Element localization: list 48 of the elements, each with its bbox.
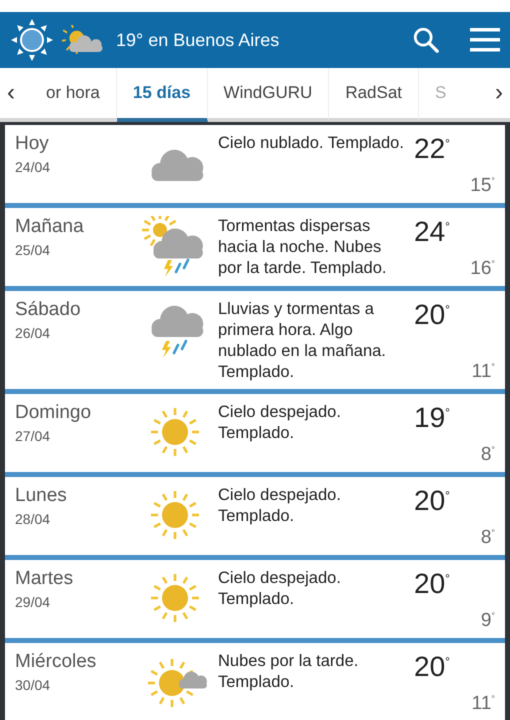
date-label: 29/04 [15, 594, 52, 610]
forecast-row[interactable]: Martes 29/04 Cielo despejado. Templado. 20$^{°}$ 9$^{°}$ [5, 560, 505, 638]
weather-description: Cielo nublado. Templado. [218, 133, 404, 154]
min-temperature: 15$^{°}$ [470, 175, 495, 197]
min-temperature: 9$^{°}$ [480, 610, 495, 632]
date-label: 26/04 [15, 325, 52, 341]
weather-description: Cielo despejado. Templado. [218, 568, 342, 610]
forecast-row[interactable]: Lunes 28/04 Cielo despejado. Templado. 20$^{°}$ 8$^{°}$ [5, 477, 505, 555]
date-label: 25/04 [15, 242, 52, 258]
weather-description: Lluvias y tormentas a primera hora. Algo nublado en la mañana. Templado. [218, 299, 387, 383]
max-temperature: 20$^{°}$ [414, 299, 450, 331]
weather-description: Nubes por la tarde. Templado. [218, 651, 360, 693]
forecast-row[interactable]: Miércoles 30/04 Nubes por la tarde. Templado. 20$^{°}$ 11$^{°}$ [5, 643, 505, 720]
location-title: 19° en Buenos Aires [116, 30, 280, 50]
max-temperature: 20$^{°}$ [414, 651, 450, 683]
max-temperature: 19$^{°}$ [414, 402, 450, 434]
min-temperature: 11$^{°}$ [472, 361, 495, 383]
date-label: 30/04 [15, 677, 52, 693]
min-temperature: 11$^{°}$ [472, 693, 495, 715]
forecast-row[interactable]: Sábado 26/04 Lluvias y tormentas a primera hora. Algo nublado en la mañana. Templado. 20$^{°}$ 11$^{°}$ [5, 291, 505, 389]
day-name: Domingo [15, 402, 92, 424]
min-temperature: 8$^{°}$ [480, 527, 495, 549]
day-name: Hoy [15, 133, 50, 155]
max-temperature: 20$^{°}$ [414, 568, 450, 600]
forecast-row[interactable]: Hoy 24/04 Cielo nublado. Templado. 22$^{°}$ 15$^{°}$ [5, 125, 505, 203]
day-name: Mañana [15, 216, 85, 238]
forecast-row[interactable]: Mañana 25/04 Tormentas dispersas hacia la noche. Nubes por la tarde. Templado. 24$^{°}$ 16$^{°}$ [5, 208, 505, 286]
weather-description: Tormentas dispersas hacia la noche. Nubes por la tarde. Templado. [218, 216, 388, 279]
date-label: 24/04 [15, 159, 52, 175]
day-name: Lunes [15, 485, 68, 507]
search-icon[interactable] [412, 26, 440, 54]
menu-icon[interactable] [470, 27, 500, 53]
weather-description: Cielo despejado. Templado. [218, 485, 342, 527]
date-label: 27/04 [15, 428, 52, 444]
min-temperature: 16$^{°}$ [470, 258, 495, 280]
max-temperature: 24$^{°}$ [414, 216, 450, 248]
forecast-row[interactable]: Domingo 27/04 Cielo despejado. Templado. 19$^{°}$ 8$^{°}$ [5, 394, 505, 472]
date-label: 28/04 [15, 511, 52, 527]
max-temperature: 22$^{°}$ [414, 133, 450, 165]
day-name: Miércoles [15, 651, 98, 673]
sun-logo-icon[interactable] [10, 18, 54, 62]
scroll-right-button[interactable]: › [488, 68, 510, 118]
min-temperature: 8$^{°}$ [480, 444, 495, 466]
weather-description: Cielo despejado. Templado. [218, 402, 342, 444]
day-name: Sábado [15, 299, 82, 321]
scroll-left-button[interactable]: ‹ [0, 68, 22, 118]
max-temperature: 20$^{°}$ [414, 485, 450, 517]
day-name: Martes [15, 568, 74, 590]
